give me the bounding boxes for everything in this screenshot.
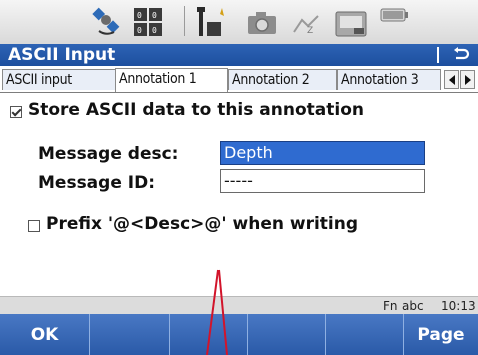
softkey-f5[interactable] <box>326 314 404 355</box>
softkey-f3[interactable] <box>170 314 248 355</box>
positioning-status-icon[interactable]: 0 0 0 0 <box>133 7 163 37</box>
page-title: ASCII Input <box>8 45 116 65</box>
message-desc-field[interactable]: Depth <box>220 141 425 165</box>
tab-next-button[interactable] <box>460 70 475 89</box>
svg-text:0: 0 <box>137 26 142 35</box>
tab-label: Annotation 2 <box>232 72 310 88</box>
softkey-f2[interactable] <box>90 314 170 355</box>
title-divider <box>437 47 439 63</box>
tab-annotation-1[interactable]: Annotation 1 <box>115 68 228 92</box>
tab-right-arrow-icon <box>464 74 471 85</box>
prefix-label: Prefix '@<Desc>@' when writing <box>46 214 359 234</box>
store-ascii-checkbox[interactable] <box>10 106 22 118</box>
softkey-f4[interactable] <box>248 314 326 355</box>
clock-time: 10:13 <box>441 299 476 313</box>
title-bar: ASCII Input <box>0 44 478 66</box>
svg-text:0: 0 <box>152 26 157 35</box>
status-bar: 0 0 0 0 Z <box>0 0 478 45</box>
tab-label: Annotation 3 <box>341 72 419 88</box>
back-button[interactable] <box>448 45 474 65</box>
tab-left-arrow-icon <box>448 74 455 85</box>
tab-ascii-input[interactable]: ASCII input <box>2 69 116 90</box>
tab-label: Annotation 1 <box>119 71 197 87</box>
tab-prev-button[interactable] <box>444 70 459 89</box>
annotation-form: Store ASCII data to this annotation Mess… <box>0 93 478 296</box>
tab-annotation-3[interactable]: Annotation 3 <box>337 69 441 90</box>
svg-text:0: 0 <box>152 11 157 20</box>
signal-icon[interactable]: Z <box>292 14 322 36</box>
svg-text:0: 0 <box>137 11 142 20</box>
satellite-icon[interactable] <box>90 6 124 38</box>
tab-strip: ASCII input Annotation 1 Annotation 2 An… <box>0 67 478 93</box>
tab-annotation-2[interactable]: Annotation 2 <box>228 69 337 90</box>
ok-softkey[interactable]: OK <box>0 314 90 355</box>
message-id-label: Message ID: <box>38 173 156 193</box>
status-divider <box>184 6 185 36</box>
message-id-field[interactable]: ----- <box>220 169 425 193</box>
prefix-checkbox[interactable] <box>28 220 40 232</box>
memory-card-icon[interactable] <box>334 10 368 38</box>
softkey-bar: OK Page <box>0 314 478 355</box>
svg-text:Z: Z <box>307 26 313 34</box>
battery-icon[interactable] <box>380 6 410 24</box>
back-arrow-icon <box>454 47 470 60</box>
tab-label: ASCII input <box>6 72 72 88</box>
store-ascii-label: Store ASCII data to this annotation <box>28 100 364 120</box>
page-softkey[interactable]: Page <box>404 314 478 355</box>
input-mode-indicator: abc <box>402 299 424 313</box>
radio-link-icon[interactable] <box>194 4 230 38</box>
info-line: Fn abc 10:13 <box>0 296 478 315</box>
message-desc-label: Message desc: <box>38 144 179 164</box>
fn-indicator: Fn <box>383 299 398 313</box>
camera-icon[interactable] <box>246 10 278 36</box>
